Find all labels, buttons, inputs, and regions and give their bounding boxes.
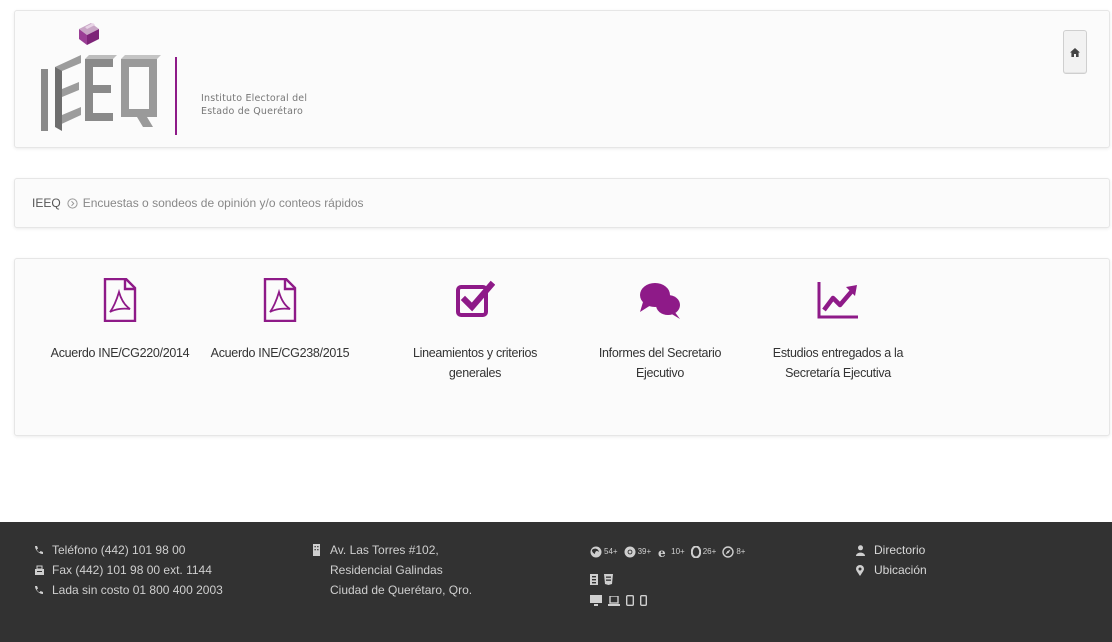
- item-label: Acuerdo INE/CG238/2015: [211, 343, 350, 363]
- footer-ubicacion-link[interactable]: Ubicación: [856, 560, 927, 580]
- footer-address: Av. Las Torres #102, Residencial Galinda…: [312, 540, 472, 600]
- user-icon: [856, 544, 870, 556]
- browser-version: 54+: [604, 547, 618, 556]
- browser-ie: e 10+: [657, 542, 685, 562]
- footer-directorio-link[interactable]: Directorio: [856, 540, 927, 560]
- pdf-file-icon: [263, 275, 297, 325]
- item-label-line1: Estudios entregados a la: [772, 346, 904, 360]
- item-label-line1: Informes del Secretario: [598, 346, 722, 360]
- chrome-icon: [624, 546, 636, 558]
- browser-version: 8+: [736, 547, 746, 556]
- footer-fax-text: Fax (442) 101 98 00 ext. 1144: [52, 563, 212, 577]
- pdf-file-icon: [103, 275, 137, 325]
- item-label: Estudios entregados a la Secretaría Ejec…: [772, 343, 904, 383]
- footer-toll-free: Lada sin costo 01 800 400 2003: [34, 580, 223, 600]
- breadcrumb-current: Encuestas o sondeos de opinión y/o conte…: [82, 196, 364, 210]
- item-label-line2: Ejecutivo: [635, 366, 684, 380]
- item-label-line1: Acuerdo INE/CG238/2015: [210, 346, 350, 360]
- opera-icon: [690, 546, 701, 558]
- logo-caption-line2: Estado de Querétaro: [201, 106, 303, 117]
- phone-icon: [34, 585, 48, 595]
- browser-opera: 26+: [690, 542, 717, 562]
- map-marker-icon: [856, 564, 870, 576]
- tablet-icon: [626, 595, 634, 606]
- ieeq-logo-mark: [41, 23, 177, 135]
- firefox-icon: [590, 546, 602, 558]
- footer-directorio-text[interactable]: Directorio: [874, 540, 925, 560]
- documents-panel: Acuerdo INE/CG220/2014 Acuerdo INE/CG238…: [14, 258, 1110, 436]
- footer-address-line1-text: Av. Las Torres #102,: [330, 543, 439, 557]
- breadcrumb-root-link[interactable]: IEEQ: [32, 196, 61, 210]
- item-acuerdo-cg238-2015[interactable]: Acuerdo INE/CG238/2015: [205, 275, 355, 363]
- footer-links: Directorio Ubicación: [856, 540, 927, 580]
- browser-version: 10+: [671, 547, 685, 556]
- css3-icon: [604, 574, 613, 585]
- platform-icons: [590, 574, 745, 585]
- html5-icon: [590, 574, 598, 585]
- mobile-phone-icon: [640, 595, 647, 606]
- footer-supported-browsers: 54+ 39+ e 10+ 26+ 8+: [590, 542, 745, 606]
- home-button[interactable]: [1063, 30, 1087, 74]
- logo-caption: Instituto Electoral del Estado de Querét…: [201, 92, 307, 118]
- site-header: Instituto Electoral del Estado de Querét…: [14, 10, 1110, 148]
- item-informes-secretario[interactable]: Informes del Secretario Ejecutivo: [585, 275, 735, 383]
- breadcrumb-separator-icon: [67, 197, 78, 209]
- safari-icon: [722, 546, 735, 558]
- laptop-icon: [608, 595, 620, 606]
- item-label: Informes del Secretario Ejecutivo: [598, 343, 722, 383]
- building-icon: [312, 544, 326, 556]
- browser-chrome: 39+: [624, 542, 652, 562]
- item-label-line2: generales: [448, 366, 502, 380]
- browser-list: 54+ 39+ e 10+ 26+ 8+: [590, 542, 745, 562]
- footer-address-line1: Av. Las Torres #102,: [312, 540, 472, 560]
- breadcrumb: IEEQ Encuestas o sondeos de opinión y/o …: [14, 178, 1110, 228]
- footer-contact: Teléfono (442) 101 98 00 Fax (442) 101 9…: [34, 540, 223, 600]
- browser-firefox: 54+: [590, 542, 618, 562]
- chat-bubbles-icon: [638, 275, 682, 325]
- item-label-line1: Acuerdo INE/CG220/2014: [50, 346, 190, 360]
- desktop-icon: [590, 595, 602, 606]
- footer-phone-text: Teléfono (442) 101 98 00: [52, 543, 186, 557]
- home-icon: [1070, 47, 1080, 57]
- item-label-line2: Secretaría Ejecutiva: [785, 366, 891, 380]
- fax-icon: [34, 565, 48, 576]
- device-icons: [590, 595, 745, 606]
- footer-ubicacion-text[interactable]: Ubicación: [874, 560, 927, 580]
- item-label-line1: Lineamientos y criterios: [412, 346, 538, 360]
- site-footer: Teléfono (442) 101 98 00 Fax (442) 101 9…: [0, 522, 1112, 642]
- item-label: Acuerdo INE/CG220/2014: [51, 343, 190, 363]
- browser-version: 39+: [637, 547, 652, 556]
- checkbox-checked-icon: [455, 275, 495, 325]
- svg-text:e: e: [658, 546, 666, 558]
- footer-address-line3: Ciudad de Querétaro, Qro.: [330, 583, 473, 597]
- footer-fax: Fax (442) 101 98 00 ext. 1144: [34, 560, 223, 580]
- item-acuerdo-cg220-2014[interactable]: Acuerdo INE/CG220/2014: [45, 275, 195, 363]
- browser-safari: 8+: [722, 542, 745, 562]
- ie-icon: e: [658, 546, 666, 558]
- item-label: Lineamientos y criterios generales: [413, 343, 537, 383]
- phone-icon: [34, 545, 48, 555]
- browser-version: 26+: [702, 547, 717, 556]
- footer-phone: Teléfono (442) 101 98 00: [34, 540, 223, 560]
- item-lineamientos[interactable]: Lineamientos y criterios generales: [400, 275, 550, 383]
- logo-caption-line1: Instituto Electoral del: [201, 93, 308, 104]
- footer-address-line2: Residencial Galindas: [330, 563, 443, 577]
- item-estudios-entregados[interactable]: Estudios entregados a la Secretaría Ejec…: [763, 275, 913, 383]
- ieeq-logo[interactable]: Instituto Electoral del Estado de Querét…: [35, 19, 315, 143]
- footer-toll-free-text: Lada sin costo 01 800 400 2003: [52, 583, 223, 597]
- trend-chart-icon: [816, 275, 860, 325]
